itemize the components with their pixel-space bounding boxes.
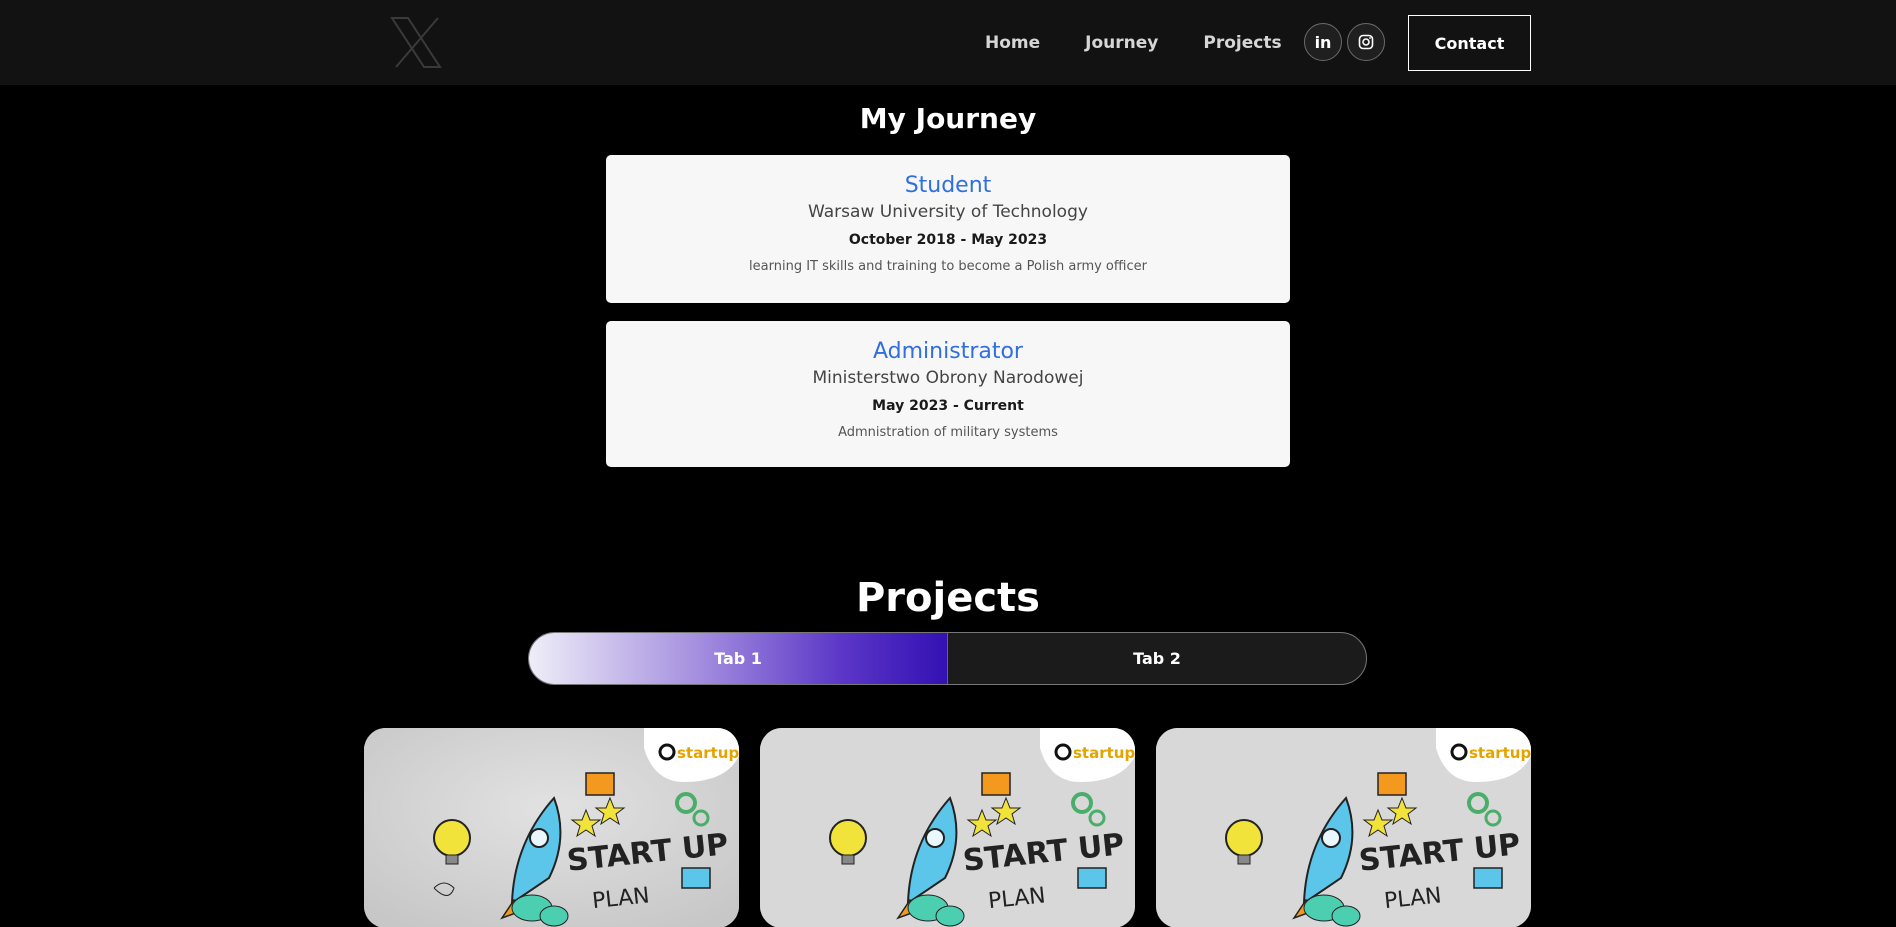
journey-role: Administrator [873,339,1023,364]
project-card[interactable]: startup START UP PLAN [364,728,739,927]
x-logo-icon[interactable] [390,16,442,69]
projects-title: Projects [855,575,1040,621]
startup-plan-illustration: startup START UP PLAN [1156,728,1531,927]
journey-organization: Ministerstwo Obrony Narodowej [812,368,1084,388]
journey-dates: May 2023 - Current [872,398,1024,414]
project-card[interactable]: startup START UP PLAN [1156,728,1531,927]
journey-description: Admnistration of military systems [838,425,1058,440]
svg-text:startup: startup [1469,744,1531,762]
linkedin-icon: in [1314,32,1332,52]
journey-description: learning IT skills and training to becom… [749,259,1147,274]
journey-card: Student Warsaw University of Technology … [606,155,1290,303]
startup-plan-illustration: startup START UP PLAN [760,728,1135,927]
journey-title: My Journey [859,102,1037,135]
journey-organization: Warsaw University of Technology [808,202,1088,222]
nav-link-journey[interactable]: Journey [1085,33,1158,53]
project-card[interactable]: startup START UP PLAN [760,728,1135,927]
linkedin-button[interactable]: in [1304,23,1342,61]
instagram-button[interactable] [1347,23,1385,61]
navbar: Home Journey Projects in Contact [0,0,1896,85]
tab-2[interactable]: Tab 2 [948,633,1366,684]
startup-plan-illustration: startup START UP PLAN [364,728,739,927]
tab-1[interactable]: Tab 1 [529,633,948,684]
svg-text:startup: startup [677,744,739,762]
contact-button[interactable]: Contact [1408,15,1531,71]
nav-link-home[interactable]: Home [985,33,1040,53]
journey-card: Administrator Ministerstwo Obrony Narodo… [606,321,1290,467]
journey-dates: October 2018 - May 2023 [848,232,1048,248]
journey-role: Student [904,173,992,198]
instagram-icon [1358,34,1374,50]
svg-text:startup: startup [1073,744,1135,762]
project-tabs: Tab 1 Tab 2 [528,632,1367,685]
nav-link-projects[interactable]: Projects [1203,33,1281,53]
nav-links: Home Journey Projects [985,0,1282,85]
